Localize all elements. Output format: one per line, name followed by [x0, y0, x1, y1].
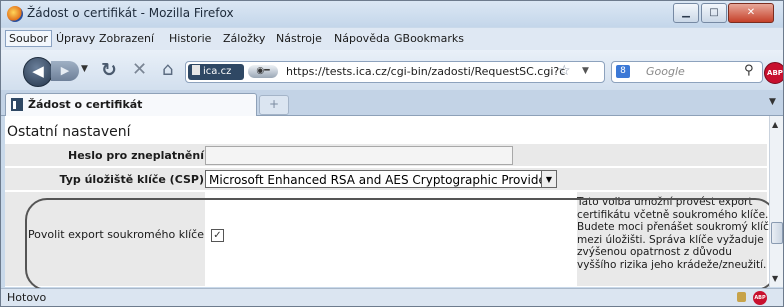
menu-zalozky[interactable]: Záložky [223, 32, 265, 45]
close-button[interactable]: ✕ [728, 3, 774, 23]
scroll-thumb[interactable] [771, 222, 783, 244]
new-tab-button[interactable]: + [259, 95, 289, 115]
tab-label: Žádost o certifikát [28, 98, 143, 111]
form-row-revocation-password: Heslo pro zneplatnění [5, 144, 767, 166]
url-dropdown-icon[interactable]: ▼ [582, 66, 589, 76]
menu-zobrazeni[interactable]: Zobrazení [99, 32, 154, 45]
chevron-down-icon[interactable]: ▼ [541, 170, 557, 188]
menu-bar: Soubor Úpravy Zobrazení Historie Záložky… [1, 28, 783, 50]
navigation-toolbar: ◀ ▶ ▼ ↻ ✕ ⌂ ica.cz ◉━ https://tests.ica.… [1, 50, 783, 90]
title-bar: Žádost o certifikát - Mozilla Firefox ▁ … [1, 1, 783, 27]
bookmark-star-icon[interactable]: ☆ [558, 63, 571, 79]
key-icon: ◉━ [248, 65, 278, 78]
form-row-csp: Typ úložiště klíče (CSP) Microsoft Enhan… [5, 168, 767, 190]
reload-icon[interactable]: ↻ [101, 59, 117, 81]
firefox-icon [7, 6, 23, 22]
history-dropdown-icon[interactable]: ▼ [81, 64, 88, 74]
ica-favicon-icon [11, 98, 23, 111]
menu-soubor[interactable]: Soubor [5, 30, 52, 47]
menu-historie[interactable]: Historie [169, 32, 211, 45]
maximize-button[interactable]: □ [701, 3, 727, 23]
section-heading: Ostatní nastavení [7, 124, 131, 140]
menu-napoveda[interactable]: Nápověda [334, 32, 390, 45]
adblock-icon[interactable]: ABP [764, 62, 783, 84]
menu-nastroje[interactable]: Nástroje [276, 32, 322, 45]
page-content: Ostatní nastavení Heslo pro zneplatnění … [5, 116, 769, 287]
adblock-status-icon[interactable]: ABP [753, 291, 767, 305]
csp-label: Typ úložiště klíče (CSP) [59, 173, 204, 186]
stop-icon[interactable]: ✕ [132, 59, 147, 80]
tab-bar: Žádost o certifikát + ▼ [1, 90, 783, 116]
csp-select[interactable]: Microsoft Enhanced RSA and AES Cryptogra… [205, 170, 553, 188]
search-bar[interactable]: 8 Google ⚲ [611, 61, 763, 83]
scroll-up-icon[interactable]: ▲ [772, 120, 778, 129]
revocation-password-input[interactable] [205, 146, 513, 165]
scroll-down-icon[interactable]: ▼ [772, 274, 778, 283]
search-placeholder: Google [646, 65, 685, 78]
search-engine-icon[interactable]: 8 [616, 65, 630, 78]
home-icon[interactable]: ⌂ [162, 59, 173, 80]
magnifier-icon[interactable]: ⚲ [744, 63, 754, 78]
vertical-scrollbar[interactable]: ▲ ▼ [769, 116, 783, 287]
export-input-cell [205, 192, 577, 286]
tab-active[interactable]: Žádost o certifikát [5, 93, 257, 116]
url-text[interactable]: https://tests.ica.cz/cgi-bin/zadosti/Req… [286, 65, 565, 78]
form-row-export: Povolit export soukromého klíče ✓ Tato v… [5, 192, 769, 286]
menu-gbookmarks[interactable]: GBookmarks [394, 32, 464, 45]
menu-upravy[interactable]: Úpravy [56, 32, 95, 45]
site-identity-button[interactable]: ica.cz [188, 64, 244, 80]
export-hint: Tato volba umožní provést export certifi… [577, 196, 769, 271]
export-checkbox[interactable]: ✓ [211, 229, 224, 242]
forward-arrow-icon[interactable]: ▶ [51, 61, 79, 81]
status-bar: Hotovo ABP [1, 288, 783, 306]
lock-icon [737, 292, 746, 302]
tab-list-icon[interactable]: ▼ [769, 97, 776, 107]
url-bar[interactable]: ica.cz ◉━ https://tests.ica.cz/cgi-bin/z… [185, 61, 605, 83]
export-label: Povolit export soukromého klíče [27, 228, 204, 241]
revocation-password-label: Heslo pro zneplatnění [68, 149, 204, 162]
status-text: Hotovo [7, 291, 47, 304]
back-arrow-icon[interactable]: ◀ [23, 57, 53, 87]
window-title: Žádost o certifikát - Mozilla Firefox [27, 6, 234, 20]
browser-window: Žádost o certifikát - Mozilla Firefox ▁ … [0, 0, 784, 307]
minimize-button[interactable]: ▁ [673, 3, 699, 23]
